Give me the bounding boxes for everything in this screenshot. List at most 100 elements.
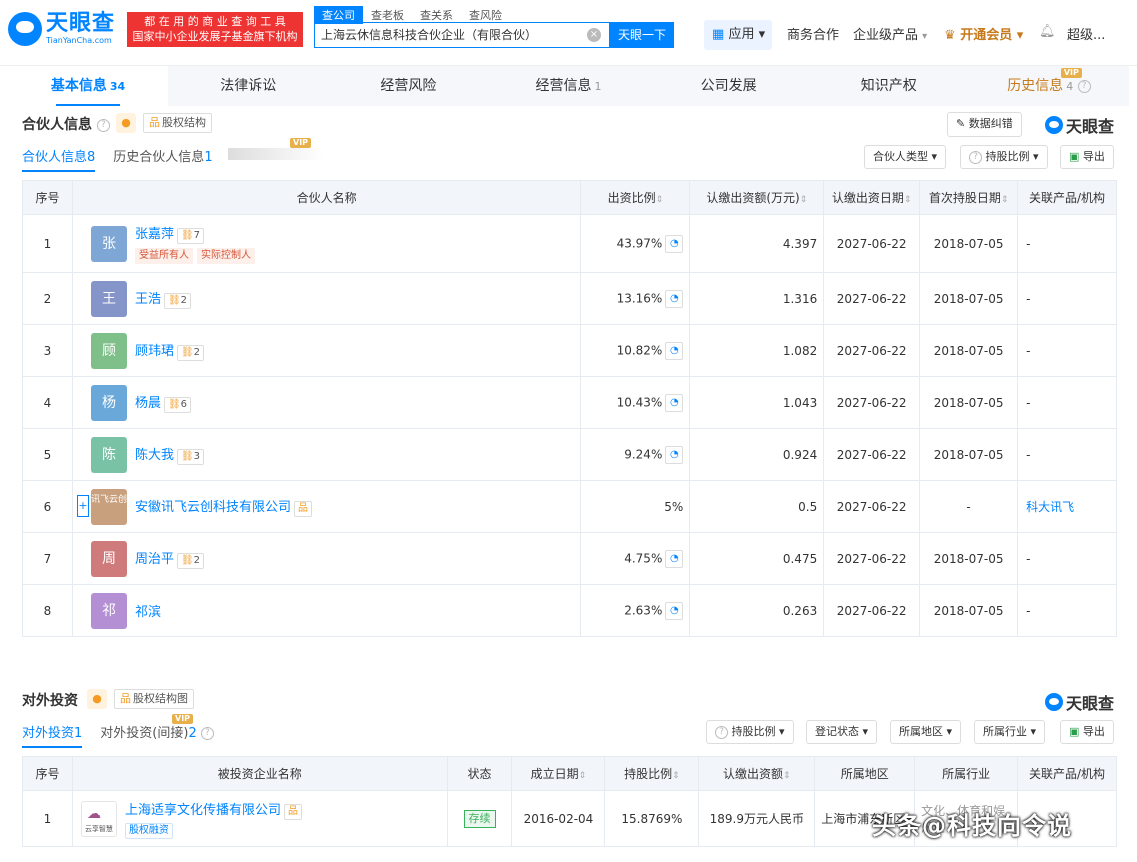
partner-name-link[interactable]: 祁滨 [135,605,161,620]
pie-chart-icon[interactable]: ◔ [665,445,684,464]
export-button[interactable]: ▣ 导出 [1060,720,1114,744]
pie-chart-icon[interactable]: ◔ [665,601,684,620]
partner-name-link[interactable]: 顾玮珺 [135,344,174,359]
row-number: 5 [22,428,73,481]
data-correction-button[interactable]: ✎ 数据纠错 [947,112,1022,137]
reg-status-filter[interactable]: 登记状态 ▾ [806,720,878,744]
col-header[interactable]: 认缴出资额⇕ [698,756,816,791]
tab-risk[interactable]: 经营风险 [328,66,488,106]
partner-name-link[interactable]: 安徽讯飞云创科技有限公司 [135,500,291,515]
table-row[interactable]: 7 周周治平 ⛓2 4.75% ◔ 0.475 2027-06-22 2018-07-05- [22,532,1117,585]
related-product[interactable]: 科大讯飞 [1017,480,1117,533]
funding-tag[interactable]: 股权融资 [124,822,173,839]
capital-ratio: 5% [664,499,684,514]
partner-cell: 陈陈大我 ⛓3 [71,428,582,481]
tab-development[interactable]: 公司发展 [649,66,809,106]
pie-chart-icon[interactable]: ◔ [665,393,684,412]
col-header[interactable]: 认缴出资额(万元)⇕ [689,180,825,215]
partner-name-link[interactable]: 杨晨 [135,396,161,411]
capital-ratio: 4.75% [624,551,663,565]
site-logo[interactable]: 天眼查 TianYanCha.com [8,12,115,46]
col-header[interactable]: 首次持股日期⇕ [919,180,1019,215]
subscribed-amount: 0.263 [689,584,825,637]
tab-business[interactable]: 经营信息 1 [488,66,648,106]
table-row[interactable]: 3 顾顾玮珺 ⛓2 10.82% ◔ 1.082 2027-06-22 2018-07-05- [22,324,1117,377]
equity-chart-button[interactable]: 品股权结构图 [114,689,194,709]
search-button[interactable]: 天眼一下 [610,22,674,48]
open-membership-link[interactable]: ♛ 开通会员 ▾ [944,24,1023,43]
avatar: 周 [90,540,127,577]
capital-ratio: 10.82% [616,343,663,357]
partner-name-link[interactable]: 王浩 [135,292,161,307]
investment-subtabs: 对外投资1 对外投资(间接)2 ? [22,722,214,748]
subtab-direct-investment[interactable]: 对外投资1 [22,722,83,748]
ratio-cell: 9.24% ◔ [580,428,691,481]
table-row[interactable]: 6 + 讯飞云创 安徽讯飞云创科技有限公司品 5% 0.5 2027-06-22- 科大讯飞 [22,480,1117,533]
col-header[interactable]: 持股比例⇕ [604,756,700,791]
subtab-history-partners[interactable]: 历史合伙人信息1 [113,146,212,172]
partner-cell: + 讯飞云创 安徽讯飞云创科技有限公司品 [71,480,582,533]
relation-badge[interactable]: ⛓2 [176,345,205,361]
tab-history[interactable]: VIP 历史信息 4 ? [969,66,1129,106]
share-ratio-filter[interactable]: ? 持股比例 ▾ [960,145,1048,169]
col-header[interactable]: 认缴出资日期⇕ [823,180,921,215]
enterprise-products-link[interactable]: 企业级产品 ▾ [853,24,927,43]
app-menu-button[interactable]: ▦ 应用 ▾ [704,20,772,50]
first-hold-date: 2018-07-05 [919,272,1019,325]
tab-ip[interactable]: 知识产权 [809,66,969,106]
expand-icon[interactable]: + [76,495,89,517]
bell-icon[interactable]: 🔔︎ [1039,24,1056,39]
monitor-bell-icon[interactable]: ● [87,689,107,709]
relation-badge[interactable]: ⛓3 [176,449,205,465]
pie-chart-icon[interactable]: ◔ [665,549,684,568]
search-input[interactable]: 上海云休信息科技合伙企业（有限合伙） × [314,22,610,48]
user-menu[interactable]: 超级... [1067,24,1105,43]
partner-type-filter[interactable]: 合伙人类型 ▾ [864,145,947,169]
partner-name-link[interactable]: 周治平 [135,552,174,567]
vip-badge: VIP [1060,68,1082,78]
ratio-cell: 10.43% ◔ [580,376,691,429]
sort-icon: ⇕ [655,195,664,205]
export-button[interactable]: ▣ 导出 [1060,145,1114,169]
structure-badge[interactable]: 品 [293,501,312,517]
subtab-indirect-investment[interactable]: 对外投资(间接)2 ? [100,722,214,748]
structure-badge[interactable]: 品 [283,803,302,820]
relation-badge[interactable]: ⛓2 [163,293,192,309]
partner-name-link[interactable]: 陈大我 [135,448,174,463]
pie-chart-icon[interactable]: ◔ [665,234,684,253]
col-header[interactable]: 出资比例⇕ [580,180,691,215]
equity-structure-button[interactable]: 品股权结构 [143,113,212,133]
relation-badge[interactable]: ⛓6 [163,397,192,413]
monitor-bell-icon[interactable]: ● [116,113,136,133]
tab-legal[interactable]: 法律诉讼 [168,66,328,106]
industry-filter[interactable]: 所属行业 ▾ [974,720,1046,744]
tab-label: 公司发展 [700,78,757,94]
partner-name-link[interactable]: 张嘉萍 [135,227,174,242]
row-number: 2 [22,272,73,325]
relation-badge[interactable]: ⛓2 [176,553,205,569]
col-header: 状态 [446,756,513,791]
company-name-link[interactable]: 上海适享文化传播有限公司 [125,803,281,818]
table-row[interactable]: 5 陈陈大我 ⛓3 9.24% ◔ 0.924 2027-06-22 2018-07-05- [22,428,1117,481]
pie-chart-icon[interactable]: ◔ [665,289,684,308]
table-row[interactable]: 2 王王浩 ⛓2 13.16% ◔ 1.316 2027-06-22 2018-07-05- [22,272,1117,325]
table-row[interactable]: 4 杨杨晨 ⛓6 10.43% ◔ 1.043 2027-06-22 2018-07-05- [22,376,1117,429]
help-icon[interactable]: ? [200,727,214,740]
subtab-current-partners[interactable]: 合伙人信息8 [22,146,96,172]
help-icon[interactable]: ? [96,118,110,132]
share-ratio-filter[interactable]: ? 持股比例 ▾ [706,720,794,744]
col-header[interactable]: 成立日期⇕ [511,756,606,791]
pie-chart-icon[interactable]: ◔ [665,341,684,360]
region-filter[interactable]: 所属地区 ▾ [890,720,962,744]
clear-icon[interactable]: × [587,28,601,42]
sort-icon: ⇕ [578,771,587,781]
row-number: 1 [22,214,73,273]
row-number: 4 [22,376,73,429]
table-row[interactable]: 1 张张嘉萍 ⛓7 受益所有人 实际控制人 43.97% ◔ 4.397 2027-06-22 2… [22,214,1117,273]
table-row[interactable]: 8 祁祁滨 2.63% ◔ 0.263 2027-06-22 2018-07-05- [22,584,1117,637]
partner-cell: 张张嘉萍 ⛓7 受益所有人 实际控制人 [71,214,582,273]
help-icon[interactable]: ? [1077,79,1091,93]
biz-cooperation-link[interactable]: 商务合作 [787,24,839,43]
tab-basic-info[interactable]: 基本信息 34 [8,66,169,106]
relation-badge[interactable]: ⛓7 [176,228,205,244]
